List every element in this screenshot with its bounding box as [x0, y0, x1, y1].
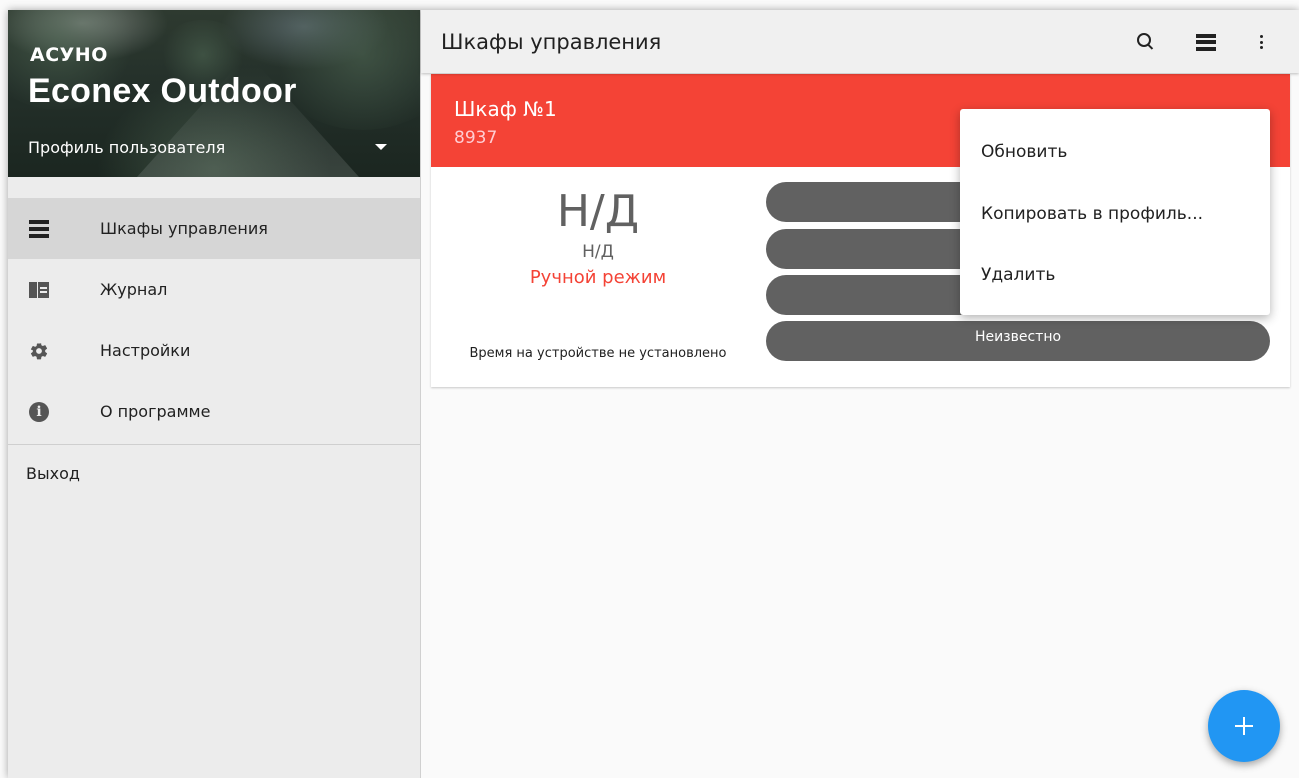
status-value: Н/Д — [556, 186, 640, 237]
main-content: Шкафы управления Шкаф №1 8937 Н/Д Н/Д Ру… — [421, 10, 1299, 778]
plus-icon — [1235, 717, 1253, 735]
add-cabinet-button[interactable] — [1208, 690, 1280, 762]
dropdown-arrow-icon[interactable] — [375, 144, 387, 150]
more-options-button[interactable] — [1247, 28, 1275, 56]
pill-label: Неизвестно — [974, 329, 1062, 345]
gear-icon — [28, 340, 50, 362]
context-menu: Обновить Копировать в профиль... Удалить — [960, 109, 1270, 315]
navigation-drawer: АСУНО Econex Outdoor Профиль пользовател… — [8, 10, 421, 778]
page-title: Шкафы управления — [441, 30, 662, 54]
drawer-header: АСУНО Econex Outdoor Профиль пользовател… — [8, 10, 420, 177]
drawer-menu: Шкафы управления Журнал Настройки i О пр… — [8, 198, 420, 445]
menu-item-refresh[interactable]: Обновить — [981, 142, 1067, 162]
cabinet-name: Шкаф №1 — [454, 97, 557, 121]
journal-icon — [28, 279, 50, 301]
more-vert-icon — [1259, 35, 1263, 49]
menu-item-copy-to-profile[interactable]: Копировать в профиль... — [981, 204, 1203, 224]
status-secondary: Н/Д — [582, 242, 614, 262]
drawer-item-label: Шкафы управления — [100, 219, 268, 238]
drawer-item-about[interactable]: i О программе — [8, 381, 420, 442]
drawer-item-settings[interactable]: Настройки — [8, 320, 420, 381]
logout-item[interactable]: Выход — [26, 464, 80, 483]
drawer-item-cabinets[interactable]: Шкафы управления — [8, 198, 420, 259]
drawer-item-label: О программе — [100, 402, 211, 421]
view-toggle-button[interactable] — [1192, 28, 1220, 56]
profile-selector[interactable]: Профиль пользователя — [28, 138, 225, 157]
cabinet-id: 8937 — [454, 128, 498, 148]
info-icon: i — [28, 401, 50, 423]
search-button[interactable] — [1132, 28, 1160, 56]
app-window: АСУНО Econex Outdoor Профиль пользовател… — [8, 10, 1299, 778]
brand-subtitle: АСУНО — [30, 44, 108, 66]
mode-label: Ручной режим — [529, 267, 667, 288]
channel-status-pill[interactable]: Неизвестно — [766, 321, 1270, 361]
drawer-item-label: Настройки — [100, 341, 191, 360]
menu-item-delete[interactable]: Удалить — [981, 265, 1055, 285]
app-bar: Шкафы управления — [421, 10, 1299, 73]
drawer-item-journal[interactable]: Журнал — [8, 259, 420, 320]
brand-title: Econex Outdoor — [28, 72, 297, 110]
list-icon — [28, 218, 50, 240]
drawer-divider — [8, 444, 420, 445]
view-list-icon — [1196, 33, 1216, 51]
device-time-note: Время на устройстве не установлено — [469, 346, 727, 361]
drawer-item-label: Журнал — [100, 280, 168, 299]
search-icon — [1137, 33, 1151, 47]
